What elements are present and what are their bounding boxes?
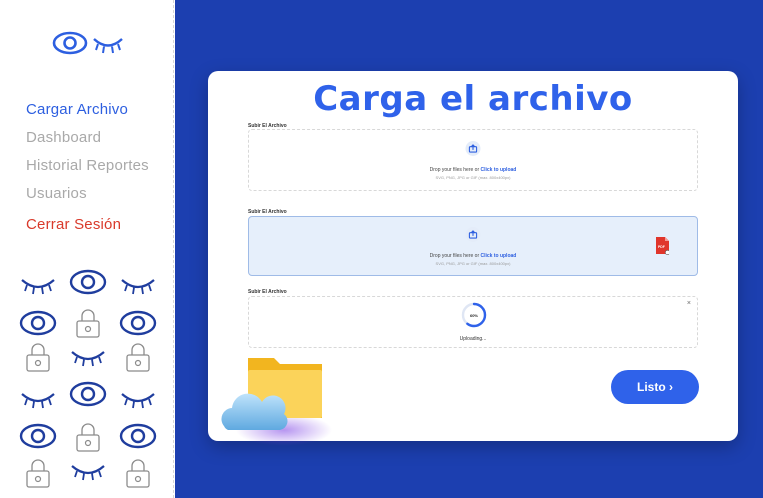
upload-icon	[465, 227, 481, 242]
dropzone-uploading: × 60% Uploading...	[248, 296, 698, 348]
dropzone-text: Drop your files here or	[429, 167, 481, 173]
sidebar-item-dashboard[interactable]: Dashboard	[26, 124, 149, 152]
file-format-hint: SVG, PNG, JPG or GIF (max. 800x400px)	[435, 175, 511, 180]
dropzone-idle[interactable]: Drop your files here or Click to upload …	[248, 129, 698, 191]
upload-icon	[465, 141, 481, 156]
click-to-upload-link[interactable]: Click to upload	[481, 253, 517, 259]
folder-cloud-illustration	[221, 358, 332, 446]
click-to-upload-link[interactable]: Click to upload	[481, 167, 517, 173]
sidebar-item-usuarios[interactable]: Usuarios	[26, 180, 149, 208]
logo-eye-icon	[52, 31, 123, 55]
upload-label-2: Subir El Archivo	[248, 209, 287, 215]
sidebar-item-historial-reportes[interactable]: Historial Reportes	[26, 152, 149, 180]
sidebar-item-cerrar-sesion[interactable]: Cerrar Sesión	[26, 211, 149, 239]
done-button[interactable]: Listo ›	[611, 370, 699, 404]
pdf-badge-text: PDF	[658, 245, 665, 249]
sidebar-nav: Cargar Archivo Dashboard Historial Repor…	[26, 96, 149, 239]
dropzone-text: Drop your files here or	[429, 253, 481, 259]
pdf-file-icon[interactable]: PDF	[655, 237, 669, 255]
decorative-icon-pattern	[19, 269, 157, 488]
dropzone-drag-over[interactable]: Drop your files here or Click to upload …	[248, 216, 698, 276]
dropzone-instructions: Drop your files here or Click to upload	[249, 167, 697, 173]
sidebar: Cargar Archivo Dashboard Historial Repor…	[0, 0, 174, 498]
upload-status: Uploading...	[459, 336, 487, 342]
dropzone-instructions: Drop your files here or Click to upload	[249, 253, 697, 259]
upload-label-3: Subir El Archivo	[248, 289, 287, 295]
cancel-upload-button[interactable]: ×	[687, 300, 691, 307]
upload-progress-percent: 60%	[469, 313, 478, 318]
page-title: Carga el archivo	[313, 79, 633, 119]
sidebar-item-cargar-archivo[interactable]: Cargar Archivo	[26, 96, 149, 124]
file-format-hint: SVG, PNG, JPG or GIF (max. 800x400px)	[435, 261, 511, 266]
